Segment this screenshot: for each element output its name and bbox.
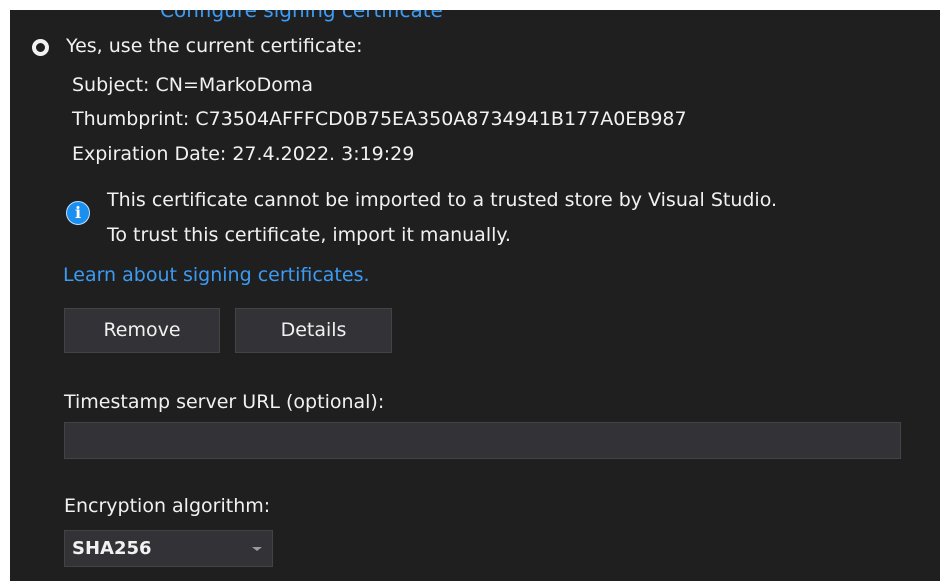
info-message-line-1: This certificate cannot be imported to a… <box>107 189 778 211</box>
use-current-certificate-radio[interactable] <box>32 39 49 56</box>
certificate-thumbprint: Thumbprint: C73504AFFFCD0B75EA350A873494… <box>72 108 687 130</box>
info-icon: i <box>66 201 90 225</box>
details-button[interactable]: Details <box>235 308 392 353</box>
timestamp-url-input[interactable] <box>64 422 901 459</box>
info-message-line-2: To trust this certificate, import it man… <box>107 224 511 246</box>
learn-signing-certificates-link[interactable]: Learn about signing certificates. <box>63 264 370 286</box>
chevron-down-icon <box>252 547 262 551</box>
certificate-subject: Subject: CN=MarkoDoma <box>72 74 314 96</box>
certificate-expiration: Expiration Date: 27.4.2022. 3:19:29 <box>72 143 415 165</box>
remove-button[interactable]: Remove <box>64 308 220 353</box>
use-current-certificate-label[interactable]: Yes, use the current certificate: <box>66 35 363 57</box>
signing-panel: Configure signing certificate Yes, use t… <box>10 10 940 581</box>
encryption-algorithm-label: Encryption algorithm: <box>64 495 271 517</box>
encryption-algorithm-value: SHA256 <box>72 538 152 559</box>
timestamp-url-label: Timestamp server URL (optional): <box>64 391 385 413</box>
encryption-algorithm-select[interactable]: SHA256 <box>64 530 273 567</box>
top-link-partial[interactable]: Configure signing certificate <box>160 10 443 22</box>
